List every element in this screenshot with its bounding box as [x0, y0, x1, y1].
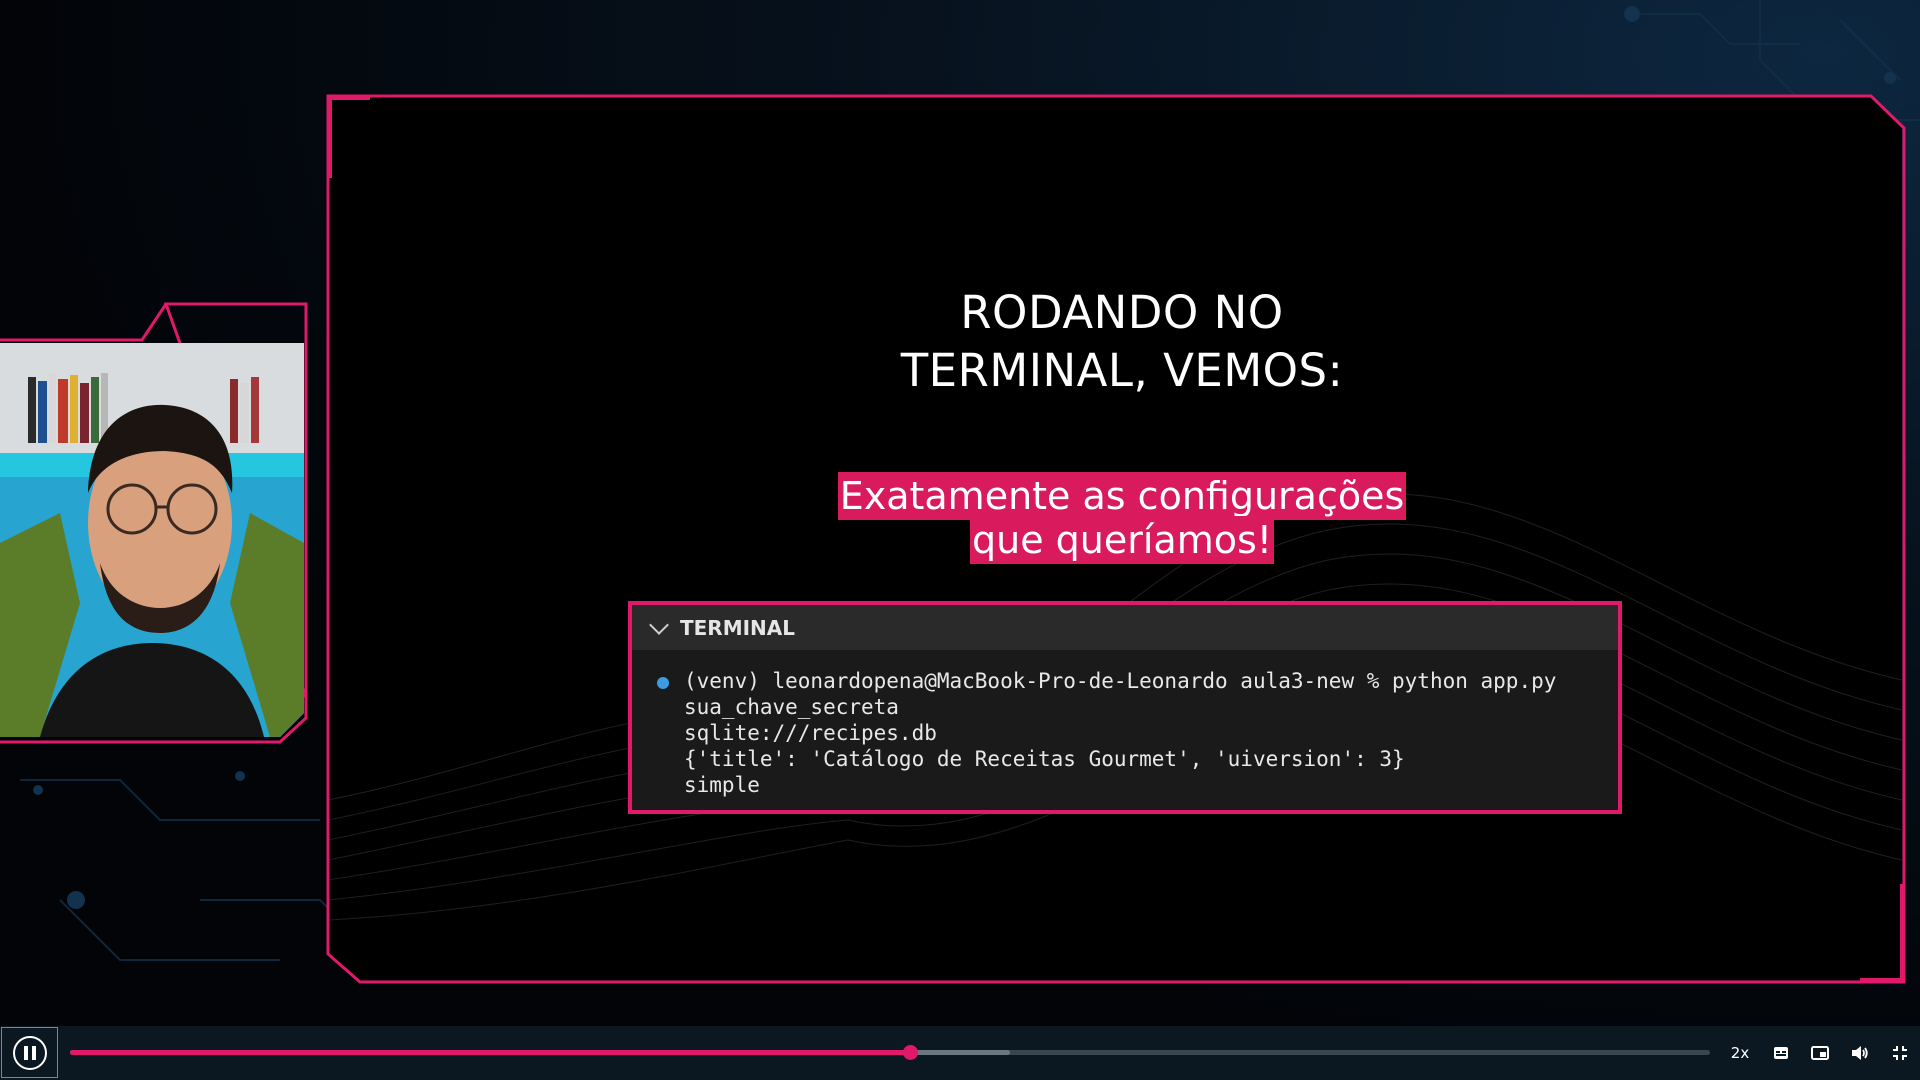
playback-speed-button[interactable]: 2x: [1724, 1040, 1756, 1066]
slide-title-line-1: RODANDO NO: [960, 286, 1284, 339]
terminal-output: (venv) leonardopena@MacBook-Pro-de-Leona…: [632, 650, 1618, 798]
terminal-line: (venv) leonardopena@MacBook-Pro-de-Leona…: [684, 669, 1557, 693]
terminal-header-label: TERMINAL: [680, 615, 796, 640]
volume-icon[interactable]: [1848, 1040, 1872, 1066]
presenter-image: [0, 343, 304, 737]
pause-button[interactable]: [1, 1027, 58, 1078]
slide-title: RODANDO NO TERMINAL, VEMOS:: [740, 284, 1504, 400]
webcam-video: [0, 343, 304, 737]
highlight-caption: Exatamente as configurações que queríamo…: [740, 472, 1504, 564]
terminal-header: TERMINAL: [632, 605, 1618, 650]
progress-bar[interactable]: [70, 1045, 1710, 1060]
pause-icon: [12, 1035, 47, 1070]
command-status-dot-icon: [657, 677, 669, 689]
progress-scrubber-handle[interactable]: [902, 1045, 918, 1060]
chevron-down-icon: [649, 614, 669, 635]
highlight-line-2: que queríamos!: [969, 516, 1274, 564]
picture-in-picture-icon[interactable]: [1808, 1040, 1832, 1066]
slide-title-line-2: TERMINAL, VEMOS:: [900, 344, 1344, 397]
highlight-line-1: Exatamente as configurações: [837, 472, 1407, 520]
progress-played: [70, 1050, 910, 1055]
exit-fullscreen-icon[interactable]: [1888, 1040, 1912, 1066]
terminal-line: sua_chave_secreta: [684, 695, 899, 719]
terminal-line: simple: [684, 773, 760, 797]
captions-icon[interactable]: [1770, 1040, 1792, 1066]
terminal-panel: TERMINAL (venv) leonardopena@MacBook-Pro…: [628, 601, 1622, 814]
terminal-line: sqlite:///recipes.db: [684, 721, 937, 745]
terminal-line: {'title': 'Catálogo de Receitas Gourmet'…: [684, 747, 1405, 771]
